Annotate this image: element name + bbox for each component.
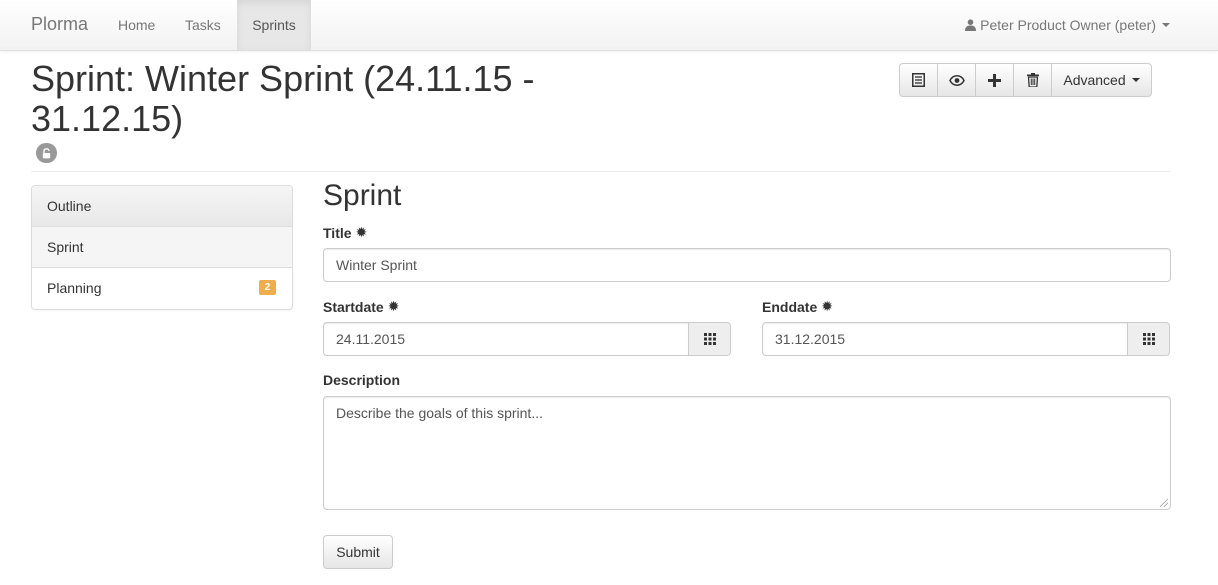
description-textarea[interactable]: Describe the goals of this sprint... (323, 396, 1171, 510)
user-menu[interactable]: Peter Product Owner (peter) (965, 0, 1170, 50)
sidebar-item-label: Outline (47, 198, 92, 214)
advanced-dropdown-button[interactable]: Advanced (1051, 63, 1152, 97)
enddate-label: Enddate ✹ (762, 298, 833, 315)
startdate-label-text: Startdate (323, 298, 384, 315)
nav-sprints[interactable]: Sprints (237, 0, 311, 50)
chevron-down-icon (1162, 23, 1170, 27)
nav-tasks[interactable]: Tasks (185, 0, 221, 50)
description-label: Description (323, 372, 400, 388)
user-icon (965, 19, 977, 31)
enddate-calendar-button[interactable] (1128, 322, 1170, 356)
list-icon (912, 73, 925, 87)
description-label-text: Description (323, 372, 401, 388)
sidebar-item-outline[interactable]: Outline (32, 186, 292, 227)
trash-icon (1026, 73, 1039, 87)
enddate-field: 31.12.2015 (762, 322, 1170, 356)
required-icon: ✹ (355, 224, 368, 240)
title-label-text: Title (323, 224, 352, 241)
startdate-label: Startdate ✹ (323, 298, 399, 315)
startdate-calendar-button[interactable] (689, 322, 731, 356)
sidebar-item-label: Planning (47, 280, 102, 296)
form-heading: Sprint (323, 179, 402, 212)
required-icon: ✹ (387, 298, 400, 314)
view-button[interactable] (937, 63, 976, 97)
eye-icon (948, 74, 965, 86)
title-input[interactable]: Winter Sprint (323, 248, 1171, 282)
brand-logo[interactable]: Plorma (31, 14, 88, 35)
page-title: Sprint: Winter Sprint (24.11.15 - 31.12.… (31, 58, 535, 139)
plus-icon (988, 73, 1001, 87)
calendar-grid-icon (703, 333, 716, 345)
startdate-field: 24.11.2015 (323, 322, 731, 356)
add-button[interactable] (975, 63, 1014, 97)
sidebar-item-planning[interactable]: Planning 2 (32, 268, 292, 309)
sidebar-nav: Outline Sprint Planning 2 (31, 185, 293, 310)
user-name: Peter Product Owner (peter) (980, 17, 1156, 33)
count-badge: 2 (259, 280, 276, 295)
unlock-icon (36, 143, 57, 163)
enddate-input[interactable]: 31.12.2015 (762, 322, 1128, 356)
calendar-grid-icon (1142, 333, 1155, 345)
header-divider (31, 171, 1171, 172)
sidebar-item-label: Sprint (47, 239, 84, 255)
nav-home[interactable]: Home (118, 0, 155, 50)
top-navbar: Plorma Home Tasks Sprints Peter Product … (0, 0, 1218, 51)
submit-button[interactable]: Submit (323, 535, 393, 569)
chevron-down-icon (1131, 78, 1140, 82)
advanced-label: Advanced (1063, 72, 1126, 88)
sidebar-item-sprint[interactable]: Sprint (32, 227, 292, 268)
title-label: Title ✹ (323, 224, 367, 241)
enddate-label-text: Enddate (762, 298, 818, 315)
description-placeholder: Describe the goals of this sprint... (336, 405, 543, 421)
required-icon: ✹ (821, 298, 833, 314)
list-button[interactable] (899, 63, 938, 97)
startdate-input[interactable]: 24.11.2015 (323, 322, 689, 356)
resize-handle-icon[interactable] (1160, 499, 1168, 507)
sprint-toolbar: Advanced (899, 63, 1152, 97)
delete-button[interactable] (1013, 63, 1052, 97)
